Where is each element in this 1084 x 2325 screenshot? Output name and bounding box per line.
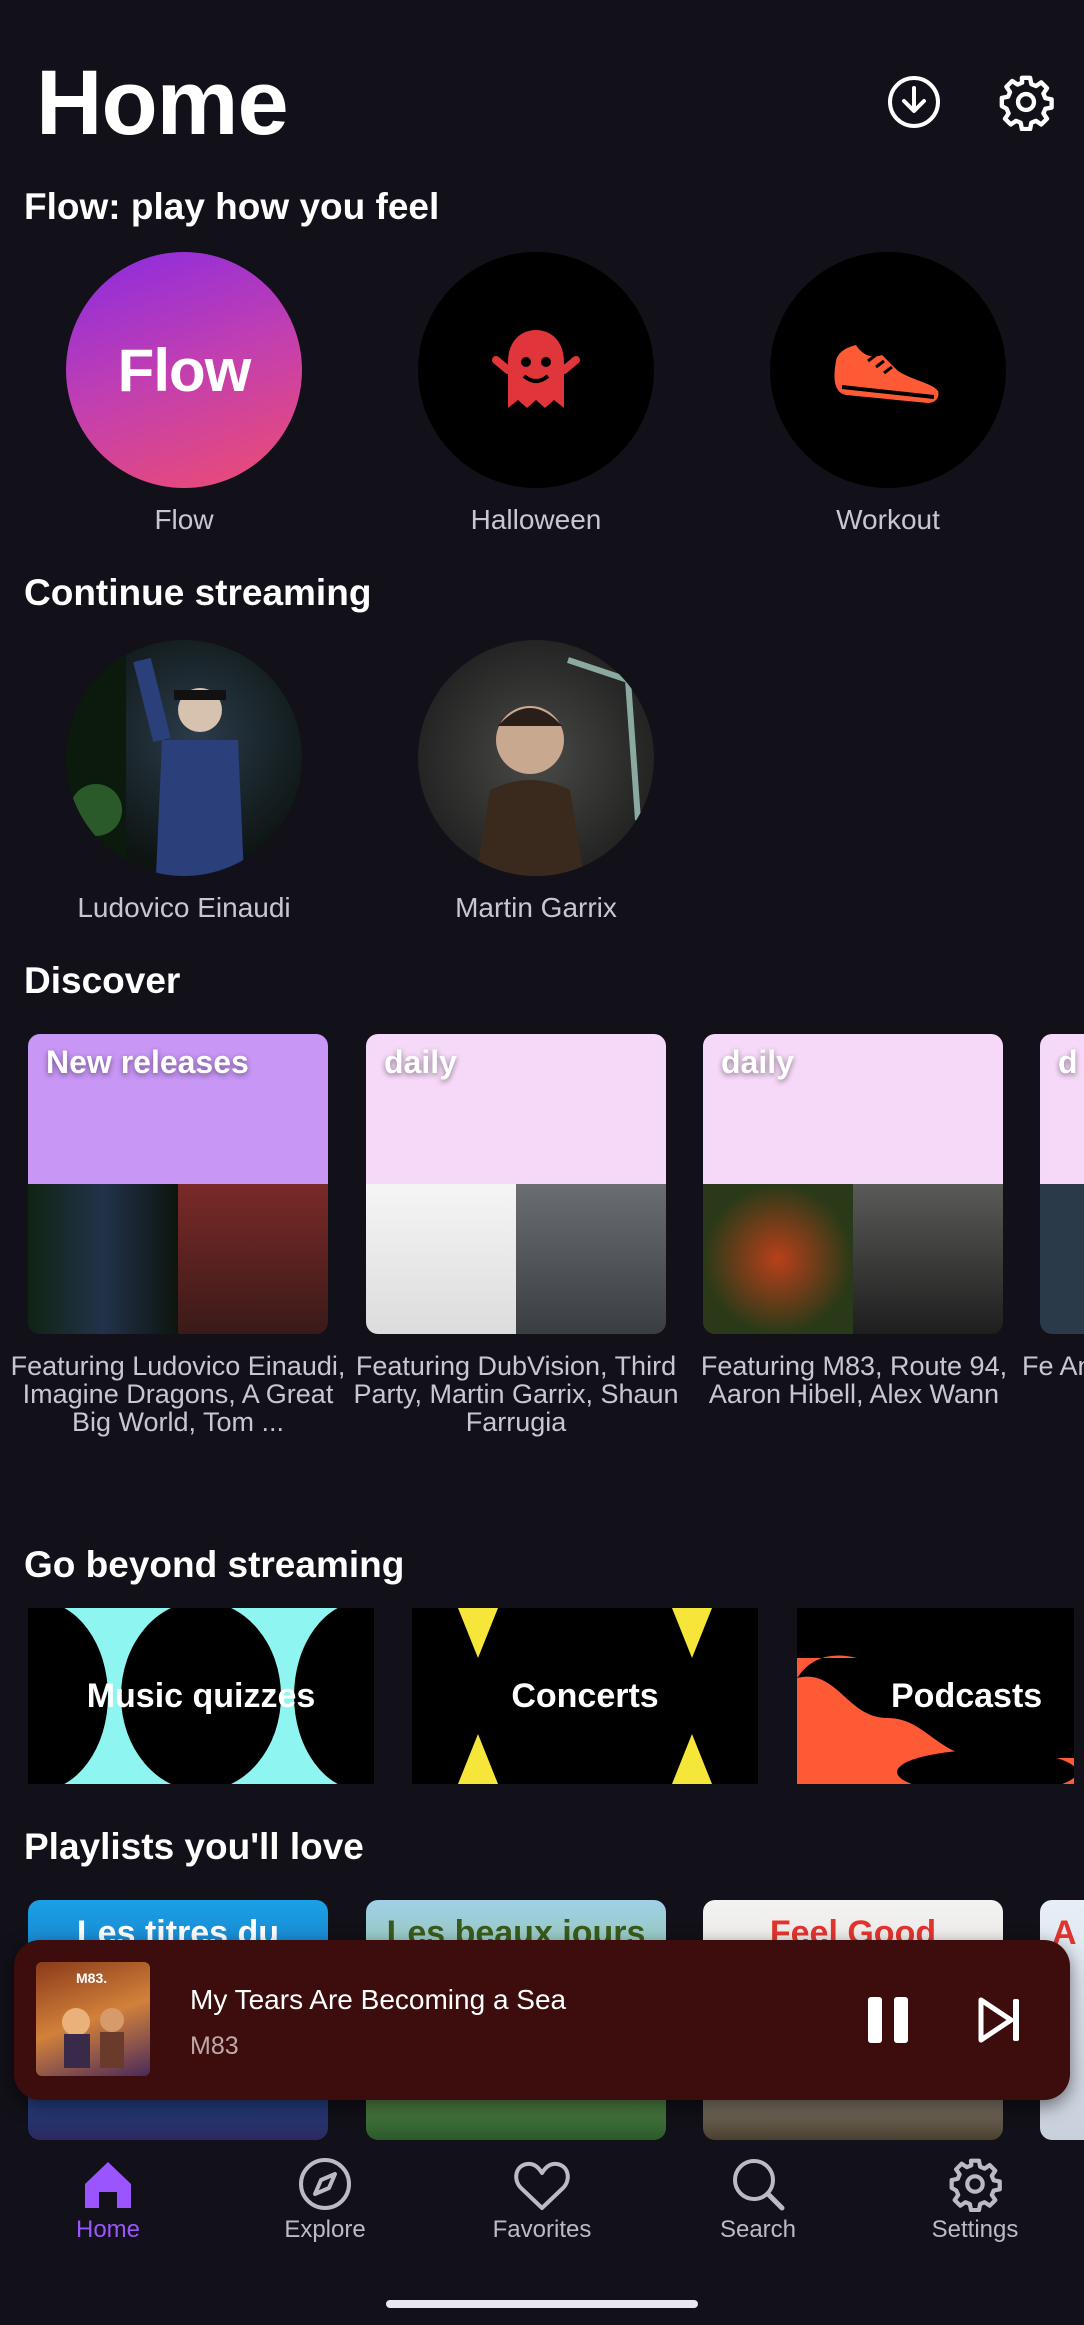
discover-card-tag: daily: [703, 1034, 1003, 1184]
nav-label: Home: [75, 2216, 141, 2243]
nav-search[interactable]: Search: [683, 2150, 833, 2244]
pause-icon: [868, 1997, 908, 2043]
discover-card-art: [703, 1184, 1003, 1334]
flow-item-workout[interactable]: Workout: [770, 252, 1006, 536]
flow-gradient-icon: Flow: [66, 252, 302, 488]
beyond-card-label: Concerts: [511, 1676, 659, 1715]
nav-home[interactable]: Home: [33, 2150, 183, 2244]
discover-card-desc: Featuring M83, Route 94, Aaron Hibell, A…: [700, 1351, 1008, 1409]
flow-item-halloween[interactable]: Halloween: [418, 252, 654, 536]
beyond-card-label: Music quizzes: [86, 1676, 316, 1715]
beyond-card-label: Podcasts: [891, 1676, 1043, 1715]
discover-card-art: [366, 1184, 666, 1334]
discover-card-art: [28, 1184, 328, 1334]
ghost-icon: [492, 330, 580, 408]
nav-favorites[interactable]: Favorites: [467, 2150, 617, 2244]
skip-next-button[interactable]: [970, 1990, 1030, 2050]
discover-card-daily[interactable]: daily: [703, 1034, 1003, 1334]
nav-label: Settings: [931, 2216, 1019, 2243]
home-indicator[interactable]: [386, 2300, 698, 2308]
discover-card-desc: Featuring Ludovico Einaudi, Imagine Drag…: [10, 1351, 346, 1437]
nav-label: Favorites: [492, 2216, 592, 2243]
heart-icon: [467, 2150, 617, 2212]
pause-button[interactable]: [858, 1990, 918, 2050]
album-art: M83.: [36, 1962, 150, 2076]
sneaker-icon: [834, 345, 939, 403]
artist-label: Martin Garrix: [455, 892, 617, 923]
nav-settings[interactable]: Settings: [900, 2150, 1050, 2244]
discover-card-partial[interactable]: d: [1040, 1034, 1084, 1334]
discover-card-new-releases[interactable]: New releases: [28, 1034, 328, 1334]
nav-explore[interactable]: Explore: [250, 2150, 400, 2244]
flow-item-label: Halloween: [470, 504, 602, 535]
flow-item-label: Workout: [836, 504, 940, 535]
home-icon: [33, 2150, 183, 2212]
track-artist: M83: [190, 2032, 239, 2060]
gear-icon[interactable]: [996, 72, 1056, 132]
artist-photo: [418, 640, 654, 876]
discover-card-tag: daily: [366, 1034, 666, 1184]
page-title: Home: [36, 52, 289, 154]
discover-card-daily[interactable]: daily: [366, 1034, 666, 1334]
discover-section-title: Discover: [24, 960, 181, 1001]
flow-item-flow[interactable]: Flow Flow: [66, 252, 302, 536]
artist-photo: [66, 640, 302, 876]
podcasts-card[interactable]: Podcasts: [797, 1608, 1074, 1784]
discover-card-tag: d: [1040, 1034, 1084, 1184]
continue-section-title: Continue streaming: [24, 572, 372, 613]
concerts-card[interactable]: Concerts: [412, 1608, 758, 1784]
artist-label: Ludovico Einaudi: [77, 892, 291, 923]
artist-item[interactable]: Ludovico Einaudi: [66, 640, 302, 924]
discover-card-desc: Fe Ann: [1022, 1352, 1084, 1380]
nav-label: Search: [719, 2216, 797, 2243]
skip-next-icon: [978, 1997, 1019, 2043]
discover-card-tag: New releases: [28, 1034, 328, 1184]
download-icon[interactable]: [884, 72, 944, 132]
flow-item-label: Flow: [154, 504, 214, 535]
flow-section-title: Flow: play how you feel: [24, 186, 440, 227]
artist-item[interactable]: Martin Garrix: [418, 640, 654, 924]
playlists-section-title: Playlists you'll love: [24, 1826, 364, 1867]
compass-icon: [250, 2150, 400, 2212]
nav-label: Explore: [284, 2216, 366, 2243]
gear-icon: [900, 2150, 1050, 2212]
beyond-section-title: Go beyond streaming: [24, 1544, 405, 1585]
track-title: My Tears Are Becoming a Sea: [190, 1984, 567, 2015]
mini-player[interactable]: M83. My Tears Are Becoming a Sea M83: [14, 1940, 1070, 2100]
search-icon: [683, 2150, 833, 2212]
discover-card-desc: Featuring DubVision, Third Party, Martin…: [353, 1351, 679, 1437]
flow-badge: Flow: [117, 336, 252, 404]
music-quizzes-card[interactable]: Music quizzes: [28, 1608, 374, 1784]
